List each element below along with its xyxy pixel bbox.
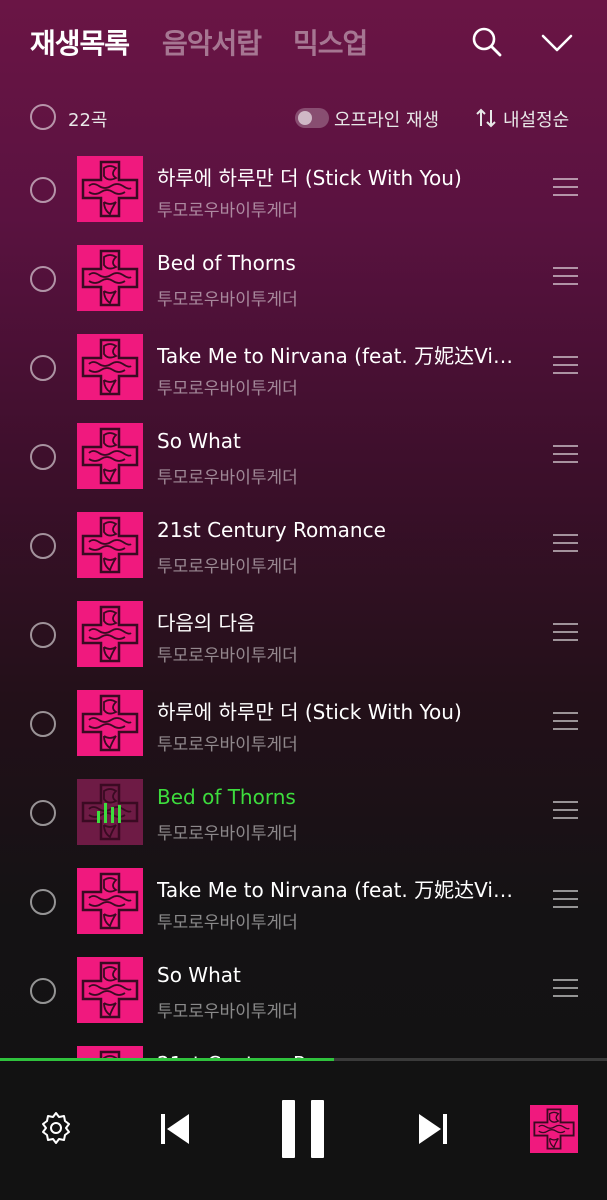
drag-handle-icon[interactable] (553, 890, 578, 908)
track-select-checkbox[interactable] (30, 355, 56, 381)
track-row[interactable]: Take Me to Nirvana (feat. 万妮达Vinida) 투모로우… (0, 318, 607, 407)
track-select-checkbox[interactable] (30, 800, 56, 826)
progress-fill (0, 1058, 334, 1061)
track-row[interactable]: Bed of Thorns 투모로우바이투게더 (0, 229, 607, 318)
sort-icon[interactable] (474, 106, 498, 130)
drag-handle-icon[interactable] (553, 356, 578, 374)
track-title: 다음의 다음 (157, 611, 256, 635)
album-thumbnail (77, 957, 143, 1023)
offline-toggle[interactable] (295, 108, 329, 128)
track-title: 21st Century Romance (157, 518, 386, 542)
track-title: Take Me to Nirvana (feat. 万妮达Vinida) (157, 878, 522, 902)
album-thumbnail (77, 868, 143, 934)
track-artist: 투모로우바이투게더 (157, 468, 298, 488)
album-thumbnail (77, 423, 143, 489)
album-thumbnail (77, 690, 143, 756)
track-title: So What (157, 429, 241, 453)
search-icon[interactable] (469, 24, 505, 60)
sort-label[interactable]: 내설정순 (503, 106, 569, 132)
track-row[interactable]: Bed of Thorns 투모로우바이투게더 (0, 763, 607, 852)
next-icon[interactable] (415, 1111, 451, 1147)
drag-handle-icon[interactable] (553, 178, 578, 196)
album-thumbnail (77, 156, 143, 222)
drag-handle-icon[interactable] (553, 623, 578, 641)
track-row[interactable]: So What 투모로우바이투게더 (0, 941, 607, 1030)
settings-icon[interactable] (38, 1110, 74, 1146)
track-title: Bed of Thorns (157, 785, 296, 809)
track-count: 22곡 (68, 110, 108, 131)
drag-handle-icon[interactable] (553, 445, 578, 463)
track-title: Bed of Thorns (157, 251, 296, 275)
track-select-checkbox[interactable] (30, 444, 56, 470)
album-thumbnail (77, 779, 143, 845)
track-select-checkbox[interactable] (30, 177, 56, 203)
track-title: 하루에 하루만 더 (Stick With You) (157, 166, 462, 190)
drag-handle-icon[interactable] (553, 801, 578, 819)
drag-handle-icon[interactable] (553, 712, 578, 730)
playlist-toolbar: 22곡 오프라인 재생 내설정순 (0, 96, 607, 140)
track-title: So What (157, 963, 241, 987)
track-select-checkbox[interactable] (30, 978, 56, 1004)
drag-handle-icon[interactable] (553, 534, 578, 552)
track-select-checkbox[interactable] (30, 889, 56, 915)
track-row[interactable]: 21st Century Romance 투모로우바이투게더 (0, 496, 607, 585)
track-row[interactable]: 21st Century Romance투모로우바이투게더 (0, 1030, 607, 1058)
album-thumbnail (77, 1046, 143, 1058)
track-artist: 투모로우바이투게더 (157, 735, 298, 755)
album-thumbnail (77, 245, 143, 311)
track-artist: 투모로우바이투게더 (157, 646, 298, 666)
track-artist: 투모로우바이투게더 (157, 201, 298, 221)
track-row[interactable]: 하루에 하루만 더 (Stick With You) 투모로우바이투게더 (0, 674, 607, 763)
equalizer-icon (97, 801, 125, 823)
track-artist: 투모로우바이투게더 (157, 557, 298, 577)
track-artist: 투모로우바이투게더 (157, 379, 298, 399)
offline-label[interactable]: 오프라인 재생 (334, 106, 439, 132)
tab-playlist[interactable]: 재생목록 (30, 22, 130, 62)
album-thumbnail (77, 512, 143, 578)
track-title: 하루에 하루만 더 (Stick With You) (157, 700, 462, 724)
progress-track[interactable] (0, 1058, 607, 1061)
previous-icon[interactable] (157, 1111, 193, 1147)
tab-music-drawer[interactable]: 음악서랍 (162, 22, 262, 62)
track-title: Take Me to Nirvana (feat. 万妮达Vinida) (157, 344, 522, 368)
track-select-checkbox[interactable] (30, 622, 56, 648)
track-row[interactable]: 다음의 다음투모로우바이투게더 (0, 585, 607, 674)
player-bar (0, 1058, 607, 1200)
track-artist: 투모로우바이투게더 (157, 824, 298, 844)
select-all-checkbox[interactable] (30, 104, 56, 130)
track-row[interactable]: 하루에 하루만 더 (Stick With You) 투모로우바이투게더 (0, 140, 607, 229)
album-thumbnail (77, 601, 143, 667)
track-select-checkbox[interactable] (30, 711, 56, 737)
track-select-checkbox[interactable] (30, 533, 56, 559)
track-select-checkbox[interactable] (30, 266, 56, 292)
track-row[interactable]: Take Me to Nirvana (feat. 万妮达Vinida) 투모로우… (0, 852, 607, 941)
album-thumbnail (77, 334, 143, 400)
track-row[interactable]: So What 투모로우바이투게더 (0, 407, 607, 496)
header: 재생목록 음악서랍 믹스업 (0, 0, 607, 88)
pause-icon[interactable] (280, 1098, 328, 1160)
track-artist: 투모로우바이투게더 (157, 1002, 298, 1022)
track-list: 하루에 하루만 더 (Stick With You) 투모로우바이투게더 Bed o… (0, 140, 607, 1058)
chevron-down-icon[interactable] (539, 24, 575, 60)
track-artist: 투모로우바이투게더 (157, 290, 298, 310)
track-artist: 투모로우바이투게더 (157, 913, 298, 933)
drag-handle-icon[interactable] (553, 267, 578, 285)
tab-mixup[interactable]: 믹스업 (293, 22, 368, 62)
album-art[interactable] (530, 1105, 578, 1153)
drag-handle-icon[interactable] (553, 979, 578, 997)
